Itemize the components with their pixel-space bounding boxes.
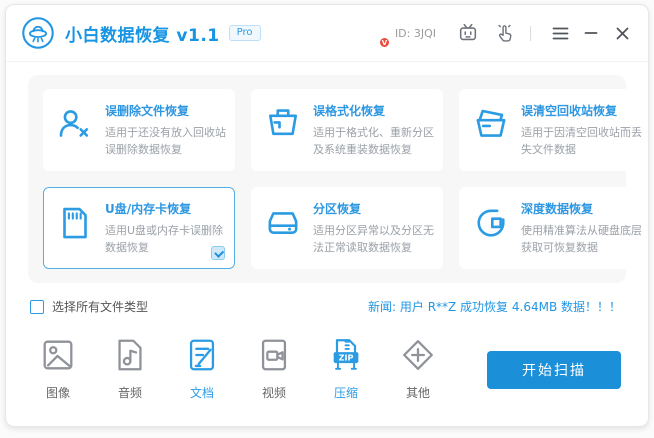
user-avatar[interactable]: V [361,20,390,48]
card-title: 深度数据恢复 [521,202,594,217]
menu-icon[interactable] [550,23,570,43]
start-scan-button[interactable]: 开始扫描 [487,351,621,390]
card-desc-line: 及系统重装数据恢复 [313,143,412,157]
title-bar: 小白数据恢复 v1.1 Pro V ID: 3JQI [6,5,648,62]
file-type-video[interactable]: 视频 [252,336,296,401]
file-type-audio[interactable]: 音频 [108,336,152,401]
tv-tutorial-icon[interactable] [457,22,479,44]
select-all-label: 选择所有文件类型 [52,300,149,315]
user-id-label: ID: 3JQI [394,26,436,40]
card-deep-recovery[interactable]: 深度数据恢复 使用精准算法从硬盘底层 获取可恢复数据 [459,187,648,270]
deep-scan-icon [470,202,512,244]
header-divider [530,25,531,41]
app-logo-icon [21,16,55,50]
file-type-label: 压缩 [333,386,358,401]
card-title: 分区恢复 [313,202,362,217]
close-icon[interactable] [612,23,632,43]
news-ticker: 新闻: 用户 R**Z 成功恢复 4.64MB 数据！！！ [368,300,621,315]
file-type-label: 其他 [405,386,430,401]
card-desc-line: 获取可恢复数据 [521,241,598,255]
card-desc-line: 数据恢复 [105,241,149,255]
card-desc-line: 误删除数据恢复 [105,143,182,157]
filter-bar: 选择所有文件类型 新闻: 用户 R**Z 成功恢复 4.64MB 数据！！！ [30,298,621,315]
file-type-label: 文档 [189,386,214,401]
file-type-bar: 图像 音频 文档 视频 ZIP 压缩 其他 开始扫描 [36,336,621,401]
file-type-other[interactable]: 其他 [396,336,440,401]
app-window: 小白数据恢复 v1.1 Pro V ID: 3JQI 误删除文件恢复 适用于还没… [5,4,649,427]
card-desc-line: 法正常读取数据恢复 [313,241,412,255]
file-type-label: 视频 [261,386,286,401]
document-edit-icon [183,336,221,374]
card-partition-recovery[interactable]: 分区恢复 适用分区异常以及分区无 法正常读取数据恢复 [251,187,443,270]
card-desc-line: 适用U盘或内存卡误删除 [105,224,224,238]
file-type-archive[interactable]: ZIP 压缩 [324,336,368,401]
file-type-label: 音频 [117,386,142,401]
zip-archive-icon: ZIP [327,336,365,374]
card-desc-line: 失文件数据 [521,143,576,157]
sd-card-icon [54,202,96,244]
hand-click-icon[interactable] [493,22,515,44]
card-usb-sd-recovery[interactable]: U盘/内存卡恢复 适用U盘或内存卡误删除 数据恢复 [43,187,235,270]
recovery-modes-panel: 误删除文件恢复 适用于还没有放入回收站 误删除数据恢复 误格式化恢复 适用于格式… [28,75,648,284]
zip-icon-text: ZIP [339,354,354,363]
card-format-recovery[interactable]: 误格式化恢复 适用于格式化、重新分区 及系统重装数据恢复 [251,89,443,172]
card-desc-line: 适用于格式化、重新分区 [313,126,434,139]
pro-badge: Pro [228,25,261,41]
card-recycle-bin-recovery[interactable]: 误清空回收站恢复 适用于因清空回收站而丢 失文件数据 [459,89,648,172]
vip-badge: V [378,37,390,48]
hard-drive-icon [262,202,304,244]
card-title: U盘/内存卡恢复 [105,202,192,217]
file-type-label: 图像 [45,386,70,401]
format-bucket-icon [262,104,304,146]
other-plus-icon [399,336,437,374]
user-x-icon [54,104,96,146]
select-all-file-types[interactable]: 选择所有文件类型 [30,298,148,315]
card-title: 误删除文件恢复 [105,104,190,118]
card-desc-line: 适用于还没有放入回收站 [105,126,226,139]
card-checked-checkbox[interactable] [211,246,225,261]
card-title: 误格式化恢复 [313,104,386,118]
card-desc-line: 适用于因清空回收站而丢 [521,126,642,139]
app-title: 小白数据恢复 v1.1 [65,25,220,46]
audio-file-icon [111,336,149,374]
file-type-document[interactable]: 文档 [180,336,224,401]
recycle-bin-icon [470,104,512,146]
file-type-image[interactable]: 图像 [36,336,80,401]
video-file-icon [255,336,293,374]
card-title: 误清空回收站恢复 [521,104,618,118]
select-all-checkbox[interactable] [30,299,44,314]
card-deleted-file-recovery[interactable]: 误删除文件恢复 适用于还没有放入回收站 误删除数据恢复 [43,89,235,172]
minimize-icon[interactable] [581,23,601,43]
image-icon [39,336,77,374]
card-desc-line: 适用分区异常以及分区无 [313,224,434,238]
card-desc-line: 使用精准算法从硬盘底层 [521,224,642,238]
